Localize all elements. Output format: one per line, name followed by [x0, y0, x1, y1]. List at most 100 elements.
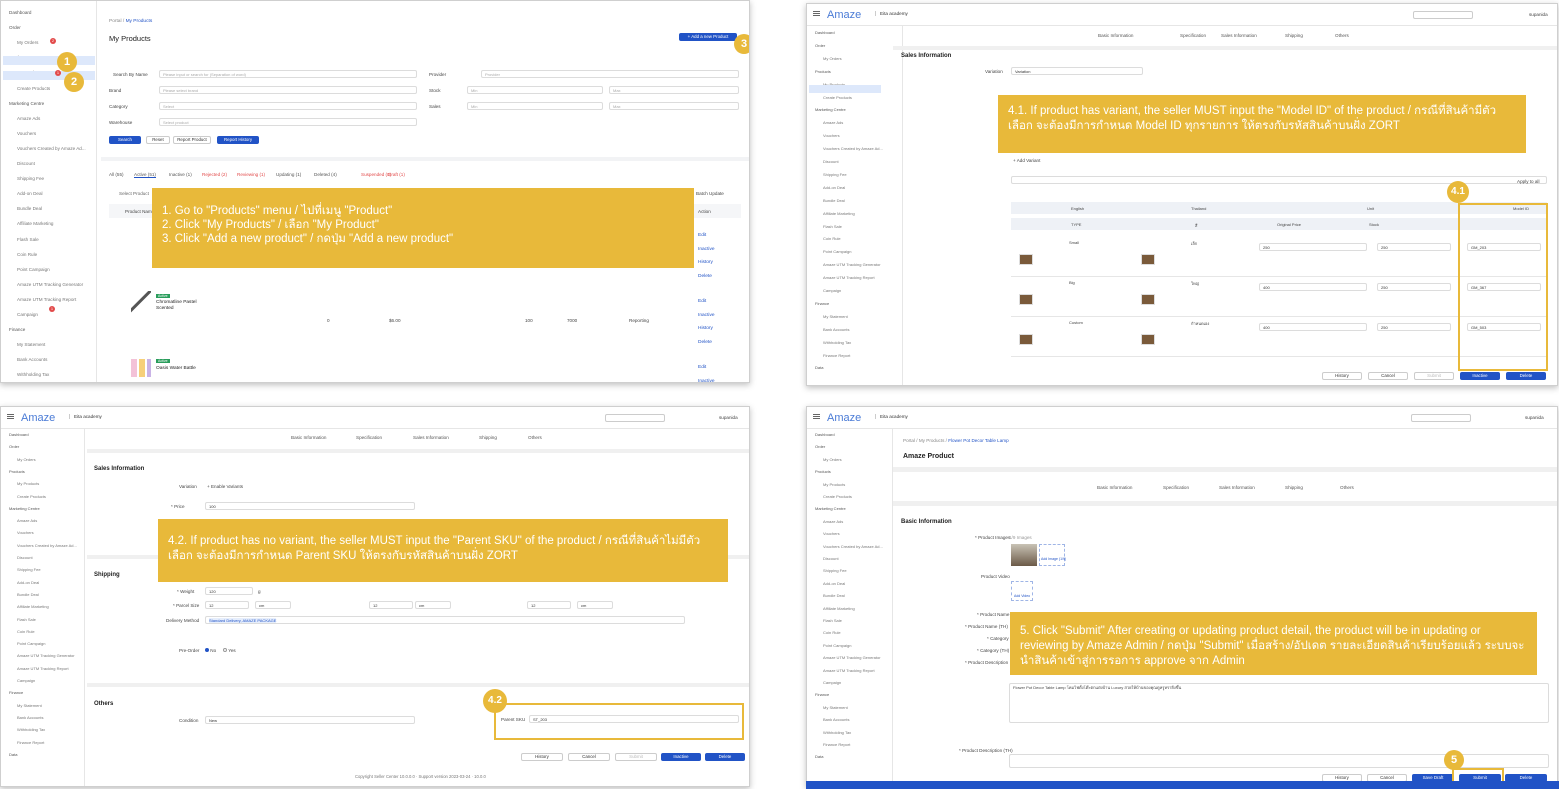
- sidebar-item-coin-rule[interactable]: Coin Rule: [17, 629, 35, 634]
- tab-specification[interactable]: Specification: [356, 435, 382, 440]
- sidebar-item-finance-report[interactable]: Finance Report: [823, 742, 850, 747]
- parcel-unit-1[interactable]: cm: [415, 601, 451, 609]
- edit-link-2[interactable]: Edit: [698, 295, 715, 309]
- sidebar-item-bundle-deal[interactable]: Bundle Deal: [823, 593, 845, 598]
- sidebar-item-discount[interactable]: Discount: [17, 161, 35, 166]
- sidebar-item-add-on-deal[interactable]: Add-on Deal: [17, 191, 43, 196]
- tab-0[interactable]: All (55): [109, 172, 124, 177]
- sidebar-item-affiliate-marketing[interactable]: Affiliate Marketing: [17, 221, 53, 226]
- sidebar-item-dashboard[interactable]: Dashboard: [9, 10, 31, 15]
- sidebar-item-dashboard[interactable]: Dashboard: [9, 432, 29, 437]
- tab-others[interactable]: Others: [528, 435, 542, 440]
- variant-image-th-0[interactable]: [1141, 254, 1155, 265]
- sidebar-item-add-on-deal[interactable]: Add-on Deal: [17, 580, 39, 585]
- sidebar-item-flash-sale[interactable]: Flash Sale: [17, 237, 39, 242]
- submit-button[interactable]: Submit: [1414, 372, 1454, 380]
- sidebar-item-add-on-deal[interactable]: Add-on Deal: [823, 581, 845, 586]
- delete-button[interactable]: Delete: [1506, 372, 1546, 380]
- sidebar-item-shipping-fee[interactable]: Shipping Fee: [17, 567, 41, 572]
- sidebar-item-bundle-deal[interactable]: Bundle Deal: [17, 206, 42, 211]
- variant-stock-2[interactable]: 250: [1377, 323, 1451, 331]
- sidebar-item-campaign[interactable]: Campaign: [17, 678, 35, 683]
- preorder-yes[interactable]: Yes: [223, 648, 236, 653]
- sidebar-item-order[interactable]: Order: [815, 444, 825, 449]
- sidebar-item-finance[interactable]: Finance: [815, 301, 829, 306]
- sidebar-item-amaze-utm-tracking-generator[interactable]: Amaze UTM Tracking Generator: [17, 653, 75, 658]
- sidebar-item-dashboard[interactable]: Dashboard: [815, 30, 835, 35]
- sidebar-item-products[interactable]: Products: [815, 69, 831, 74]
- sidebar-item-amaze-utm-tracking-generator[interactable]: Amaze UTM Tracking Generator: [823, 655, 881, 660]
- sidebar-item-affiliate-marketing[interactable]: Affiliate Marketing: [823, 211, 855, 216]
- breadcrumb-products[interactable]: My Products: [919, 438, 945, 443]
- apply-all-row[interactable]: [1011, 176, 1547, 184]
- sidebar-item-marketing-centre[interactable]: Marketing Centre: [9, 101, 44, 106]
- sidebar-item-dashboard[interactable]: Dashboard: [815, 432, 835, 437]
- sidebar-item-flash-sale[interactable]: Flash Sale: [17, 617, 36, 622]
- sidebar-item-coin-rule[interactable]: Coin Rule: [17, 252, 37, 257]
- user-name[interactable]: supanida: [719, 415, 738, 420]
- product-image[interactable]: [1011, 544, 1037, 566]
- enable-variants-button[interactable]: + Enable Variants: [207, 484, 243, 489]
- warehouse-select[interactable]: Select product: [159, 118, 417, 126]
- sidebar-item-flash-sale[interactable]: Flash Sale: [823, 224, 842, 229]
- report-product-button[interactable]: Report Product: [173, 136, 211, 144]
- parcel-input-0[interactable]: 12: [205, 601, 249, 609]
- sidebar-item-my-orders[interactable]: My Orders: [17, 40, 38, 45]
- condition-select[interactable]: New: [205, 716, 415, 724]
- sidebar-item-shipping-fee[interactable]: Shipping Fee: [17, 176, 44, 181]
- submit-button[interactable]: Submit: [615, 753, 657, 761]
- sidebar-item-marketing-centre[interactable]: Marketing Centre: [9, 506, 40, 511]
- sidebar-item-vouchers-created-by-amaze-ad-[interactable]: Vouchers Created by Amaze Ad...: [17, 543, 77, 548]
- sidebar-item-point-campaign[interactable]: Point Campaign: [823, 643, 851, 648]
- sidebar-item-amaze-utm-tracking-report[interactable]: Amaze UTM Tracking Report: [823, 275, 875, 280]
- select-product-checkbox[interactable]: Select Product: [119, 191, 149, 196]
- sidebar-item-finance[interactable]: Finance: [9, 690, 23, 695]
- sidebar-item-shipping-fee[interactable]: Shipping Fee: [823, 568, 847, 573]
- brand-select[interactable]: Please select brand: [159, 86, 417, 94]
- cancel-button[interactable]: Cancel: [1368, 372, 1408, 380]
- sidebar-item-create-products[interactable]: Create Products: [823, 494, 852, 499]
- sidebar-item-vouchers[interactable]: Vouchers: [823, 133, 840, 138]
- sidebar-item-finance[interactable]: Finance: [9, 327, 25, 332]
- sidebar-item-amaze-utm-tracking-generator[interactable]: Amaze UTM Tracking Generator: [823, 262, 881, 267]
- description-input[interactable]: Flower Pot Decor Table Lamp โคมไฟตั้งโต๊…: [1009, 683, 1549, 723]
- sidebar-item-amaze-ads[interactable]: Amaze Ads: [823, 120, 843, 125]
- tab-basic-information[interactable]: Basic Information: [1097, 485, 1133, 490]
- parcel-input-1[interactable]: 12: [369, 601, 413, 609]
- tab-2[interactable]: Inactive (1): [169, 172, 192, 177]
- tab-shipping[interactable]: Shipping: [1285, 33, 1303, 38]
- sidebar-item-data[interactable]: Data: [9, 752, 17, 757]
- sidebar-item-my-statement[interactable]: My Statement: [17, 703, 42, 708]
- variant-stock-1[interactable]: 250: [1377, 283, 1451, 291]
- sidebar-item-discount[interactable]: Discount: [823, 159, 839, 164]
- tab-8[interactable]: Draft (1): [388, 172, 405, 177]
- variant-image-th-2[interactable]: [1141, 334, 1155, 345]
- sidebar-item-vouchers[interactable]: Vouchers: [17, 530, 34, 535]
- sales-max[interactable]: Max: [609, 102, 739, 110]
- sidebar-item-affiliate-marketing[interactable]: Affiliate Marketing: [17, 604, 49, 609]
- delete-link-2[interactable]: Delete: [698, 336, 715, 350]
- sidebar-item-campaign[interactable]: Campaign: [823, 680, 841, 685]
- tab-shipping[interactable]: Shipping: [1285, 485, 1303, 490]
- tab-5[interactable]: Updating (1): [276, 172, 301, 177]
- sidebar-item-campaign[interactable]: Campaign: [823, 288, 841, 293]
- user-name[interactable]: supanida: [1529, 12, 1548, 17]
- sidebar-item-amaze-utm-tracking-report[interactable]: Amaze UTM Tracking Report: [17, 297, 76, 302]
- breadcrumb-home[interactable]: Portal: [109, 19, 122, 24]
- inactive-link[interactable]: Inactive: [698, 243, 715, 257]
- sidebar-item-my-statement[interactable]: My Statement: [17, 342, 45, 347]
- apply-all-button[interactable]: Apply to all: [1517, 179, 1539, 184]
- parcel-unit-2[interactable]: cm: [577, 601, 613, 609]
- sidebar-item-products[interactable]: Products: [9, 469, 25, 474]
- provider-select[interactable]: Provider: [481, 70, 739, 78]
- variant-image-th-1[interactable]: [1141, 294, 1155, 305]
- variation-input[interactable]: Variation: [1011, 67, 1143, 75]
- sidebar-item-amaze-ads[interactable]: Amaze Ads: [17, 518, 37, 523]
- sidebar-item-my-statement[interactable]: My Statement: [823, 314, 848, 319]
- search-input[interactable]: [605, 414, 665, 422]
- variant-price-0[interactable]: 250: [1259, 243, 1367, 251]
- history-link[interactable]: History: [698, 256, 715, 270]
- cancel-button[interactable]: Cancel: [568, 753, 610, 761]
- sidebar-item-flash-sale[interactable]: Flash Sale: [823, 618, 842, 623]
- category-select[interactable]: Select: [159, 102, 417, 110]
